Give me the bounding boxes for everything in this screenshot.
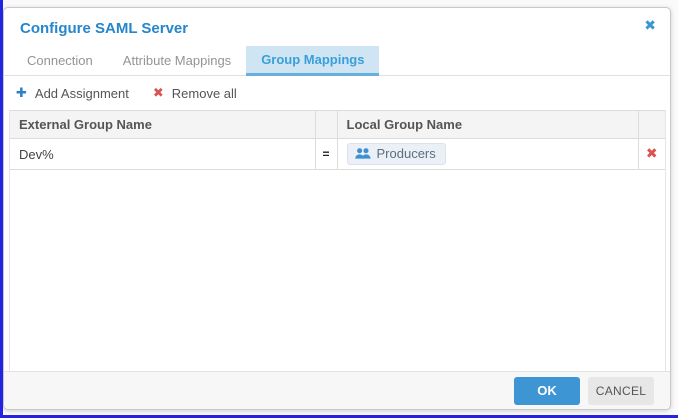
remove-all-label: Remove all [172, 86, 237, 101]
dialog-title: Configure SAML Server [20, 20, 188, 37]
cancel-button[interactable]: CANCEL [588, 377, 654, 405]
configure-saml-server-dialog: Configure SAML Server ✖ Connection Attri… [3, 7, 671, 410]
header-operator [315, 111, 337, 139]
header-actions [638, 111, 665, 139]
dialog-footer: OK CANCEL [4, 371, 670, 409]
delete-cell: ✖ [638, 139, 665, 170]
remove-all-button[interactable]: ✖ Remove all [153, 86, 237, 101]
close-icon[interactable]: ✖ [644, 18, 656, 34]
dialog-header: Configure SAML Server ✖ [4, 8, 670, 46]
add-assignment-label: Add Assignment [35, 86, 129, 101]
external-group-cell[interactable]: Dev% [10, 139, 315, 170]
tab-attribute-mappings[interactable]: Attribute Mappings [108, 46, 246, 76]
group-mappings-table: External Group Name Local Group Name Dev… [10, 110, 665, 170]
plus-icon: ✚ [16, 86, 27, 101]
tab-group-mappings[interactable]: Group Mappings [246, 46, 379, 76]
header-external-group-name: External Group Name [10, 111, 315, 139]
delete-row-icon[interactable]: ✖ [646, 146, 658, 162]
group-icon [355, 148, 371, 159]
local-group-cell[interactable]: Producers [337, 139, 638, 170]
group-mappings-grid: External Group Name Local Group Name Dev… [9, 110, 666, 371]
add-assignment-button[interactable]: ✚ Add Assignment [16, 86, 129, 101]
table-header-row: External Group Name Local Group Name [10, 111, 665, 139]
local-group-label: Producers [377, 146, 436, 161]
ok-button[interactable]: OK [514, 377, 580, 405]
header-local-group-name: Local Group Name [337, 111, 638, 139]
operator-cell: = [315, 139, 337, 170]
local-group-chip[interactable]: Producers [347, 143, 446, 165]
tab-bar: Connection Attribute Mappings Group Mapp… [4, 46, 670, 76]
remove-all-icon: ✖ [153, 86, 164, 101]
toolbar: ✚ Add Assignment ✖ Remove all [4, 76, 670, 110]
page-background: Configure SAML Server ✖ Connection Attri… [0, 0, 678, 418]
tab-connection[interactable]: Connection [12, 46, 108, 76]
table-row: Dev% = [10, 139, 665, 170]
